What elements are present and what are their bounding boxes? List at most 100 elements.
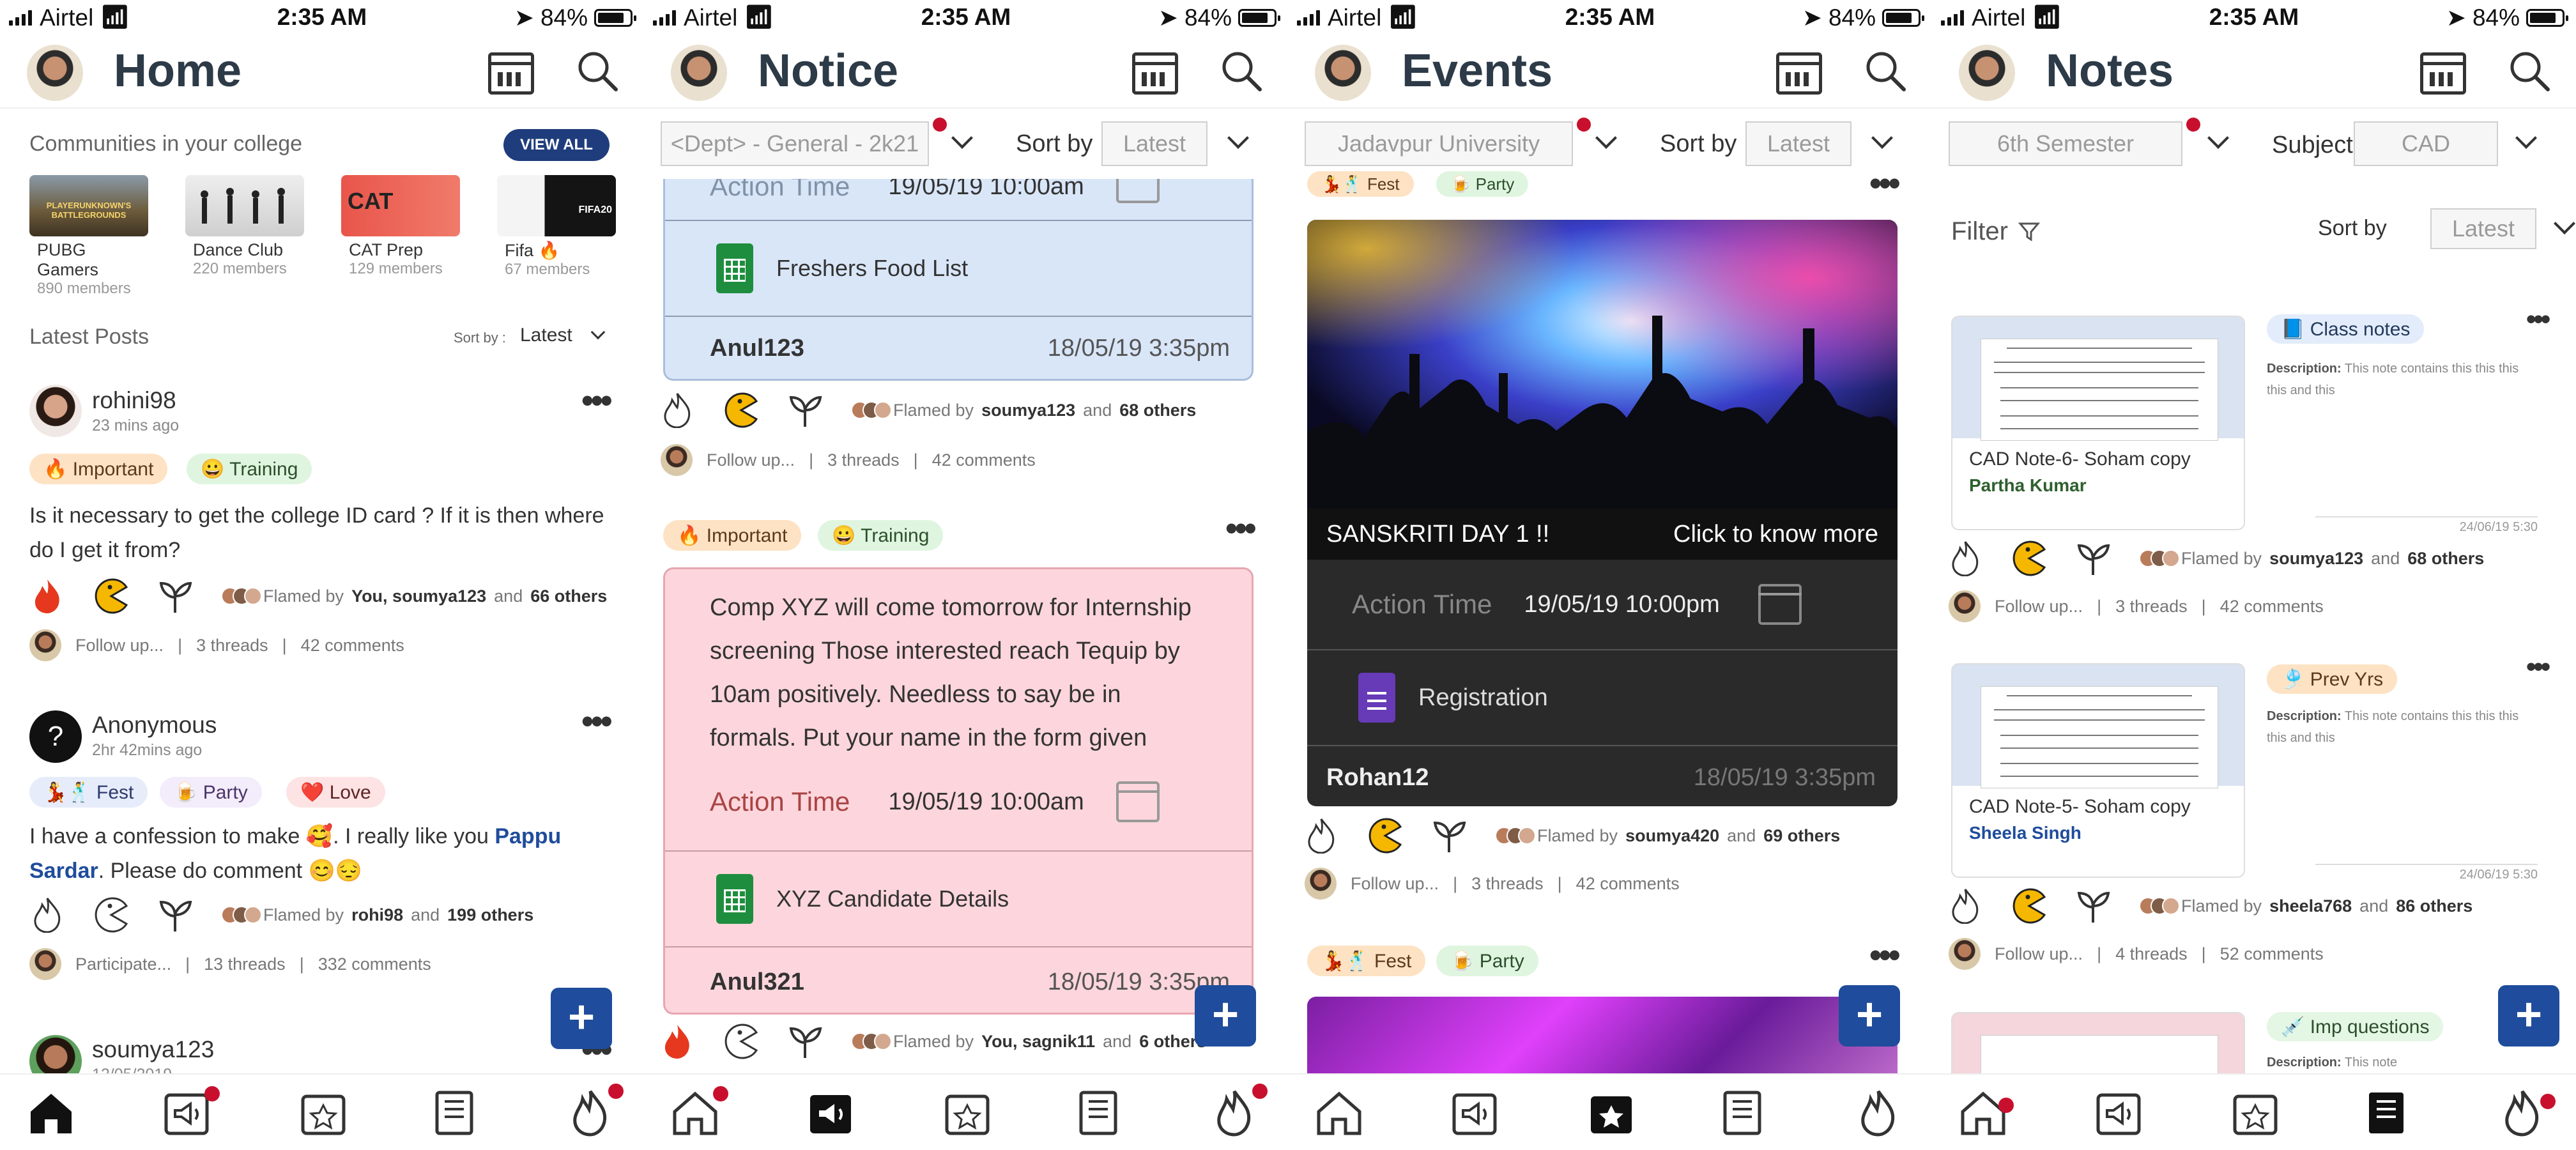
notes-icon-active[interactable] — [2361, 1087, 2412, 1138]
sprout-icon[interactable] — [1431, 818, 1467, 854]
notice-icon[interactable] — [2093, 1087, 2144, 1138]
more-options-icon[interactable]: ••• — [581, 704, 613, 739]
post-author[interactable]: rohini98 — [92, 387, 176, 414]
chevron-down-icon[interactable] — [2207, 127, 2229, 149]
tag-party[interactable]: 🍺 Party — [1436, 946, 1538, 976]
more-options-icon[interactable]: ••• — [1869, 166, 1901, 201]
more-options-icon[interactable]: ••• — [1869, 938, 1901, 972]
sprout-icon[interactable] — [787, 392, 823, 428]
threads-count[interactable]: 4 threads — [2115, 944, 2188, 964]
tag-prev-yrs[interactable]: 🎐 Prev Yrs — [2267, 664, 2398, 694]
threads-count[interactable]: 3 threads — [2115, 597, 2188, 617]
tag-training[interactable]: 😀 Training — [187, 454, 312, 484]
pacman-icon[interactable] — [2011, 540, 2047, 576]
chevron-down-icon[interactable] — [2515, 127, 2537, 149]
chevron-down-icon[interactable] — [1595, 127, 1617, 149]
flame-nav-icon[interactable] — [2497, 1087, 2548, 1138]
events-icon-active[interactable] — [1586, 1087, 1637, 1138]
flamed-names[interactable]: rohi98 — [351, 905, 403, 925]
sort-dropdown[interactable]: Latest — [2430, 208, 2536, 249]
comments-count[interactable]: 332 comments — [318, 954, 431, 974]
pacman-icon[interactable] — [1367, 818, 1403, 854]
avatar[interactable] — [29, 385, 82, 437]
tag-party[interactable]: 🍺 Party — [1436, 171, 1529, 197]
more-options-icon[interactable]: ••• — [1225, 511, 1257, 546]
sprout-icon[interactable] — [157, 578, 193, 614]
profile-avatar[interactable] — [671, 45, 727, 101]
flamed-count[interactable]: 66 others — [530, 586, 607, 606]
know-more-link[interactable]: Click to know more — [1673, 521, 1878, 548]
flamed-count[interactable]: 86 others — [2396, 896, 2472, 916]
event-card[interactable]: SANSKRITI DAY 1 !! Click to know more Ac… — [1307, 220, 1897, 806]
notice-card[interactable]: Comp XYZ will come tomorrow for Internsh… — [663, 567, 1254, 1015]
follow-up-link[interactable]: Follow up... — [1995, 597, 2083, 617]
flame-icon[interactable] — [659, 1023, 695, 1059]
pacman-icon[interactable] — [723, 392, 759, 428]
pacman-icon[interactable] — [2011, 888, 2047, 924]
participate-link[interactable]: Participate... — [75, 954, 171, 974]
tag-party[interactable]: 🍺 Party — [160, 777, 262, 808]
home-icon[interactable] — [1314, 1087, 1365, 1138]
home-icon-active[interactable] — [26, 1087, 77, 1138]
pacman-outline-icon[interactable] — [723, 1023, 759, 1059]
flame-icon[interactable] — [29, 578, 65, 614]
chevron-down-icon[interactable] — [951, 127, 973, 149]
sort-dropdown[interactable]: Latest — [1101, 121, 1208, 166]
flamed-count[interactable]: 68 others — [1119, 401, 1196, 420]
chevron-down-icon[interactable] — [2554, 213, 2575, 234]
events-icon[interactable] — [942, 1087, 993, 1138]
sort-dropdown[interactable]: Latest — [520, 325, 572, 346]
calendar-icon[interactable] — [1132, 52, 1178, 95]
calendar-icon[interactable] — [1116, 781, 1160, 822]
note-author[interactable]: Sheela Singh — [1952, 823, 2244, 856]
threads-count[interactable]: 3 threads — [827, 450, 900, 470]
comments-count[interactable]: 52 comments — [2220, 944, 2324, 964]
flamed-count[interactable]: 68 others — [2407, 549, 2484, 569]
sprout-icon[interactable] — [787, 1023, 823, 1059]
view-all-button[interactable]: VIEW ALL — [503, 129, 610, 161]
notice-author[interactable]: Anul123 — [710, 335, 804, 362]
notes-icon[interactable] — [1717, 1087, 1768, 1138]
department-dropdown[interactable]: <Dept> - General - 2k21 — [661, 121, 929, 166]
semester-dropdown[interactable]: 6th Semester — [1949, 121, 2182, 166]
note-card[interactable]: CAD Note-5- Soham copy Sheela Singh — [1951, 663, 2245, 878]
note-author[interactable]: Partha Kumar — [1952, 475, 2244, 509]
follow-up-link[interactable]: Follow up... — [707, 450, 795, 470]
follow-up-link[interactable]: Follow up... — [75, 636, 164, 656]
tag-training[interactable]: 😀 Training — [818, 520, 944, 551]
profile-avatar[interactable] — [1315, 45, 1371, 101]
flame-nav-icon[interactable] — [565, 1087, 616, 1138]
flamed-names[interactable]: soumya123 — [2269, 549, 2363, 569]
chevron-down-icon[interactable] — [1871, 127, 1893, 149]
event-image[interactable] — [1307, 997, 1897, 1073]
anonymous-avatar[interactable]: ? — [29, 710, 82, 763]
calendar-icon[interactable] — [2420, 52, 2466, 95]
tag-fest[interactable]: 💃🕺 Fest — [1307, 946, 1426, 976]
threads-count[interactable]: 3 threads — [1471, 874, 1544, 894]
community-card[interactable]: Dance Club 220 members — [185, 175, 304, 278]
notice-icon[interactable] — [1449, 1087, 1500, 1138]
calendar-icon[interactable] — [488, 52, 534, 95]
flamed-names[interactable]: soumya123 — [981, 401, 1075, 420]
add-post-button[interactable]: + — [551, 988, 612, 1049]
chevron-down-icon[interactable] — [1227, 127, 1249, 149]
notice-card[interactable]: Action Time 19/05/19 10:00am Freshers Fo… — [663, 153, 1254, 381]
attachment-name[interactable]: XYZ Candidate Details — [776, 885, 1009, 912]
search-icon[interactable] — [576, 50, 618, 92]
home-icon[interactable] — [1958, 1087, 2009, 1138]
flamed-count[interactable]: 199 others — [447, 905, 533, 925]
pacman-outline-icon[interactable] — [93, 897, 129, 933]
notice-icon-active[interactable] — [805, 1087, 856, 1138]
post-author[interactable]: Anonymous — [92, 712, 217, 739]
add-notice-button[interactable]: + — [1195, 985, 1256, 1046]
filter-button[interactable]: Filter — [1951, 217, 2040, 246]
more-options-icon[interactable]: ••• — [581, 383, 613, 418]
flamed-names[interactable]: sheela768 — [2269, 896, 2352, 916]
tag-fest[interactable]: 💃🕺 Fest — [1307, 171, 1414, 197]
tag-love[interactable]: ❤️ Love — [286, 777, 385, 808]
flame-nav-icon[interactable] — [1853, 1087, 1904, 1138]
attachment-name[interactable]: Freshers Food List — [776, 255, 968, 282]
college-dropdown[interactable]: Jadavpur University — [1305, 121, 1573, 166]
flame-outline-icon[interactable] — [659, 392, 695, 428]
threads-count[interactable]: 3 threads — [196, 636, 268, 656]
